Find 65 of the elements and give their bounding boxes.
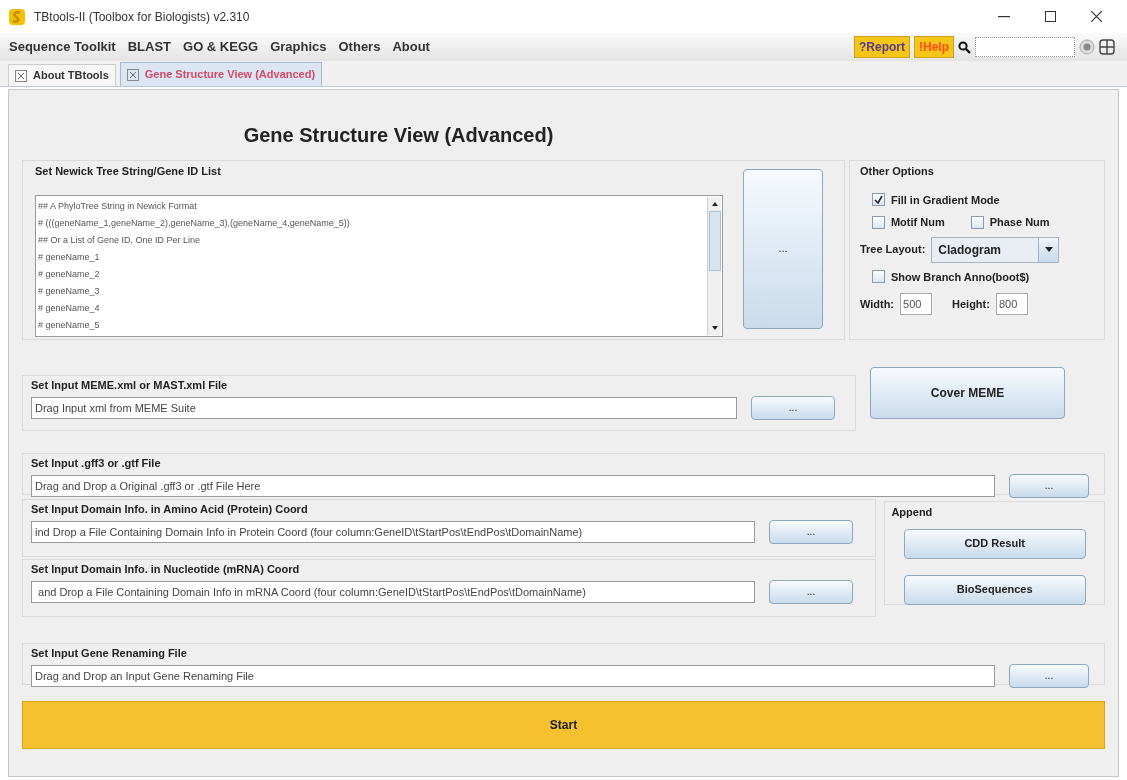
menu-item[interactable]: BLAST [126,37,172,57]
app-logo-icon [8,7,26,26]
browse-button[interactable]: ... [769,519,853,544]
section-label: Set Newick Tree String/Gene ID List [35,164,222,179]
section-label: Set Input MEME.xml or MAST.xml File [31,378,229,393]
text-line: # geneName_2 [38,267,100,281]
report-button[interactable]: ?Report [854,36,910,58]
section-label: Append [891,505,933,520]
text-line: ## Or a List of Gene ID, One ID Per Line [38,233,201,247]
menu-item[interactable]: Graphics [269,37,328,57]
text-line: ## A PhyloTree String in Newick Format [38,199,197,213]
search-icon [958,40,971,54]
text-line: # geneName_3 [38,284,100,298]
checkbox[interactable]: Motif Num [871,214,945,231]
radio-icon[interactable] [1079,39,1095,55]
section-label: Set Input Gene Renaming File [31,646,188,661]
height-field[interactable]: 800 [995,293,1028,315]
search-field[interactable] [975,37,1075,57]
close-tab-icon[interactable] [15,69,27,82]
checkbox[interactable]: Fill in Gradient Mode [871,191,1094,208]
file-path-field[interactable]: ind Drop a File Containing Domain Info in Protein Coord (four column:GeneID\tStartPos\tEndPos\tDomainName) [31,520,755,543]
append-button[interactable]: BioSequences [903,574,1086,605]
cover-meme-button[interactable]: Cover MEME [870,367,1065,419]
tree-layout-dropdown[interactable]: Cladogram [931,236,1060,263]
scrollbar[interactable] [707,196,721,335]
field-label: Tree Layout: [859,242,926,258]
maximize-icon [1044,11,1056,22]
file-path-field[interactable]: and Drop a File Containing Domain Info in mRNA Coord (four column:GeneID\tStartPos\tEndPos\tDomainName) [31,580,755,603]
minimize-icon [998,15,1010,18]
menu-item[interactable]: GO & KEGG [182,37,260,57]
text-line: # geneName_4 [38,301,100,315]
menu-item[interactable]: About [391,37,431,57]
close-tab-icon[interactable] [126,68,139,81]
menu-item[interactable]: Sequence Toolkit [8,37,117,57]
section-label: Set Input Domain Info. in Nucleotide (mRNA) Coord [31,562,301,577]
tab[interactable]: About TBtools [8,64,116,86]
browse-button[interactable]: ... [769,579,853,604]
page-heading: Gene Structure View (Advanced) [242,123,555,148]
checkmark-icon [873,195,883,205]
field-label: Width: [859,296,894,312]
close-icon [1090,11,1102,22]
browse-button[interactable]: ... [743,168,823,329]
grid-icon[interactable] [1099,39,1115,55]
text-line: # (((geneName_1,geneName_2),geneName_3),(geneName_4,geneName_5)) [38,216,350,230]
dropdown-arrow-icon[interactable] [1044,247,1053,252]
text-line: # geneName_5 [38,318,100,332]
file-path-field[interactable]: Drag and Drop a Original .gff3 or .gtf File Here [31,474,995,497]
file-path-field[interactable]: Drag and Drop an Input Gene Renaming File [31,664,995,687]
file-path-field[interactable]: Drag Input xml from MEME Suite [31,396,737,419]
browse-button[interactable]: ... [1009,663,1089,688]
append-button[interactable]: CDD Result [903,528,1086,559]
section-label: Other Options [859,164,935,179]
scroll-thumb[interactable] [708,210,721,271]
section-label: Set Input Domain Info. in Amino Acid (Protein) Coord [31,502,309,517]
checkbox[interactable]: Phase Num [970,214,1050,231]
text-line: # geneName_1 [38,250,100,264]
menu-item[interactable]: Others [337,37,382,57]
width-field[interactable]: 500 [900,293,932,315]
window-title: TBtools-II (Toolbox for Biologists) v2.310 [34,8,250,26]
browse-button[interactable]: ... [751,395,835,420]
start-button[interactable]: Start [22,701,1105,749]
section-label: Set Input .gff3 or .gtf File [31,456,162,471]
field-label: Height: [952,296,990,312]
browse-button[interactable]: ... [1009,473,1089,498]
checkbox[interactable]: Show Branch Anno(boot$) [871,268,1094,285]
